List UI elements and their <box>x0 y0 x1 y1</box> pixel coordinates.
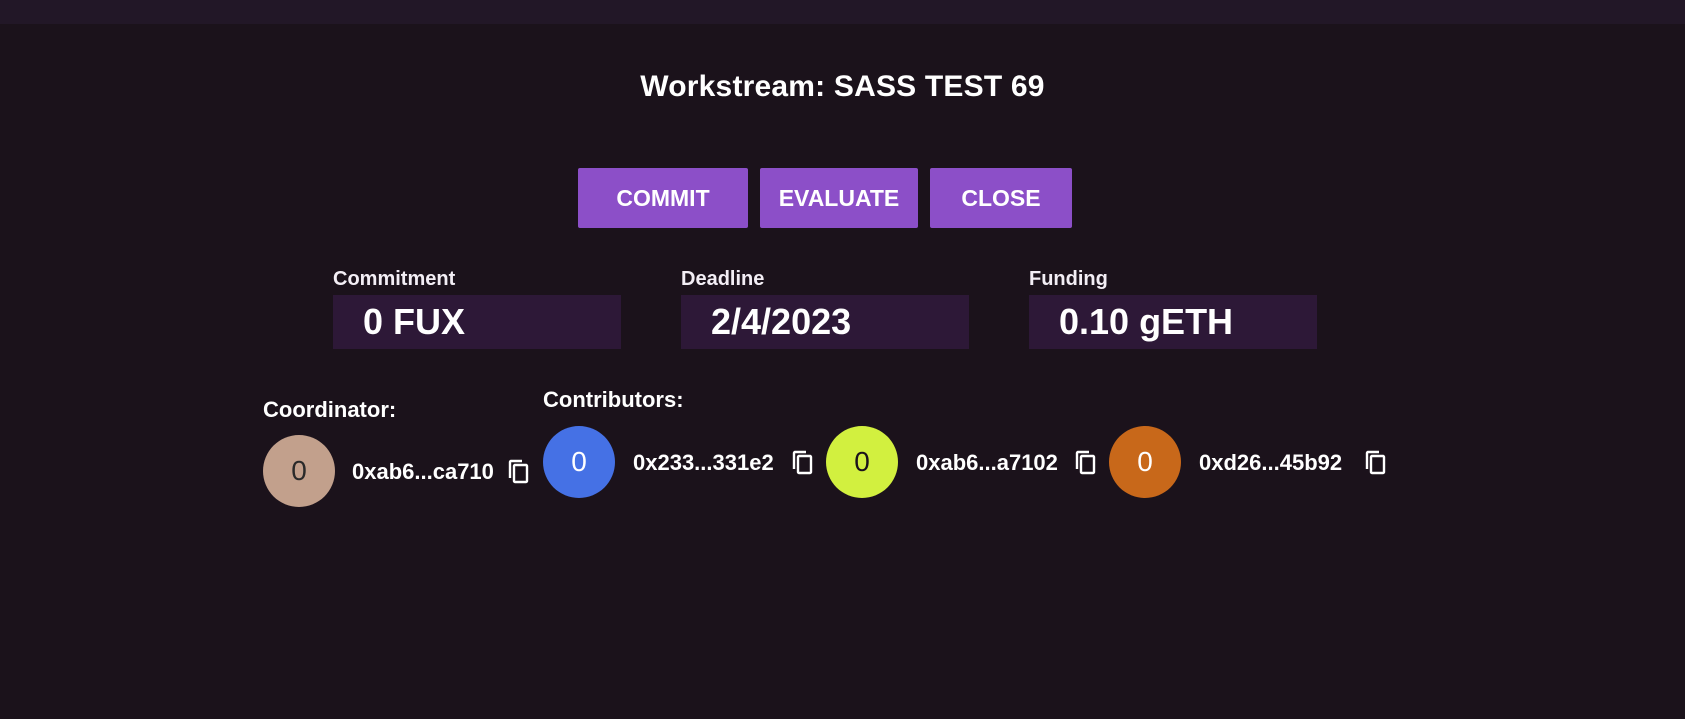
copy-icon[interactable] <box>791 450 815 476</box>
top-bar <box>0 0 1685 24</box>
commitment-label: Commitment <box>333 268 456 290</box>
page-title: Workstream: SASS TEST 69 <box>640 70 1045 103</box>
funding-label: Funding <box>1029 268 1108 290</box>
funding-value: 0.10 gETH <box>1029 295 1317 349</box>
close-button[interactable]: CLOSE <box>930 168 1072 228</box>
deadline-label: Deadline <box>681 268 765 290</box>
commit-button[interactable]: COMMIT <box>578 168 748 228</box>
evaluate-button[interactable]: EVALUATE <box>760 168 918 228</box>
coordinator-label: Coordinator: <box>263 397 397 422</box>
contributor-avatar: 0 <box>826 426 898 498</box>
coordinator-avatar: 0 <box>263 435 335 507</box>
commitment-value: 0 FUX <box>333 295 621 349</box>
copy-icon[interactable] <box>507 459 531 485</box>
contributor-avatar: 0 <box>543 426 615 498</box>
contributor-address: 0xd26...45b92 <box>1199 450 1343 475</box>
coordinator-address: 0xab6...ca710 <box>352 459 494 484</box>
contributor-address: 0xab6...a7102 <box>916 450 1058 475</box>
copy-icon[interactable] <box>1364 450 1388 476</box>
deadline-value: 2/4/2023 <box>681 295 969 349</box>
copy-icon[interactable] <box>1074 450 1098 476</box>
contributor-avatar: 0 <box>1109 426 1181 498</box>
contributor-address: 0x233...331e2 <box>633 450 774 475</box>
contributors-label: Contributors: <box>543 387 684 412</box>
